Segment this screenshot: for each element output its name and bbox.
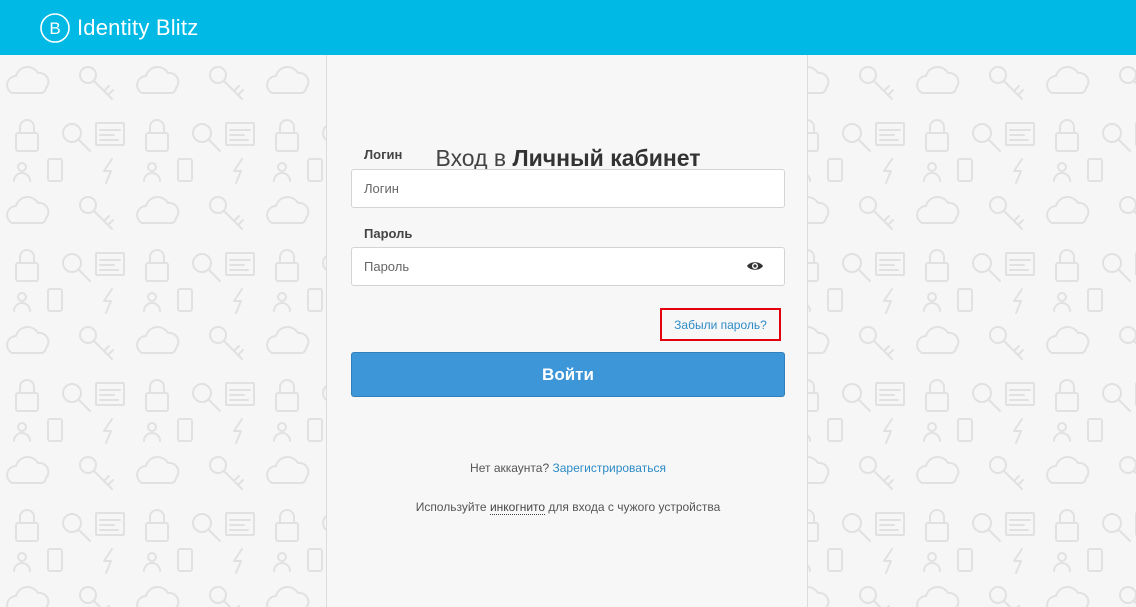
logo-text: Identity Blitz	[77, 14, 199, 40]
title-bold: Личный кабинет	[512, 145, 701, 171]
logo-letter: B	[49, 19, 60, 38]
password-label: Пароль	[364, 226, 413, 241]
incognito-after: для входа с чужого устройства	[548, 500, 721, 514]
login-label: Логин	[364, 147, 403, 162]
incognito-hint: Используйте инкогнито для входа с чужого…	[327, 500, 809, 515]
eye-icon[interactable]	[746, 260, 764, 272]
password-input[interactable]	[351, 247, 785, 286]
login-button[interactable]: Войти	[351, 352, 785, 397]
register-link[interactable]: Зарегистрироваться	[552, 461, 665, 475]
forgot-password-link[interactable]: Забыли пароль?	[674, 318, 767, 332]
forgot-password-highlight: Забыли пароль?	[660, 308, 781, 341]
register-line: Нет аккаунта? Зарегистрироваться	[327, 461, 809, 475]
incognito-link[interactable]: инкогнито	[489, 500, 546, 515]
logo[interactable]: B Identity Blitz	[39, 12, 198, 44]
incognito-before: Используйте	[415, 500, 487, 514]
login-input[interactable]	[351, 169, 785, 208]
title-prefix: Вход в	[435, 145, 507, 171]
logo-icon: B	[40, 12, 70, 43]
top-header: B Identity Blitz	[0, 0, 1136, 55]
login-card: Вход в Личный кабинет Логин Пароль Забыл…	[326, 55, 808, 607]
register-prompt: Нет аккаунта?	[470, 461, 550, 475]
